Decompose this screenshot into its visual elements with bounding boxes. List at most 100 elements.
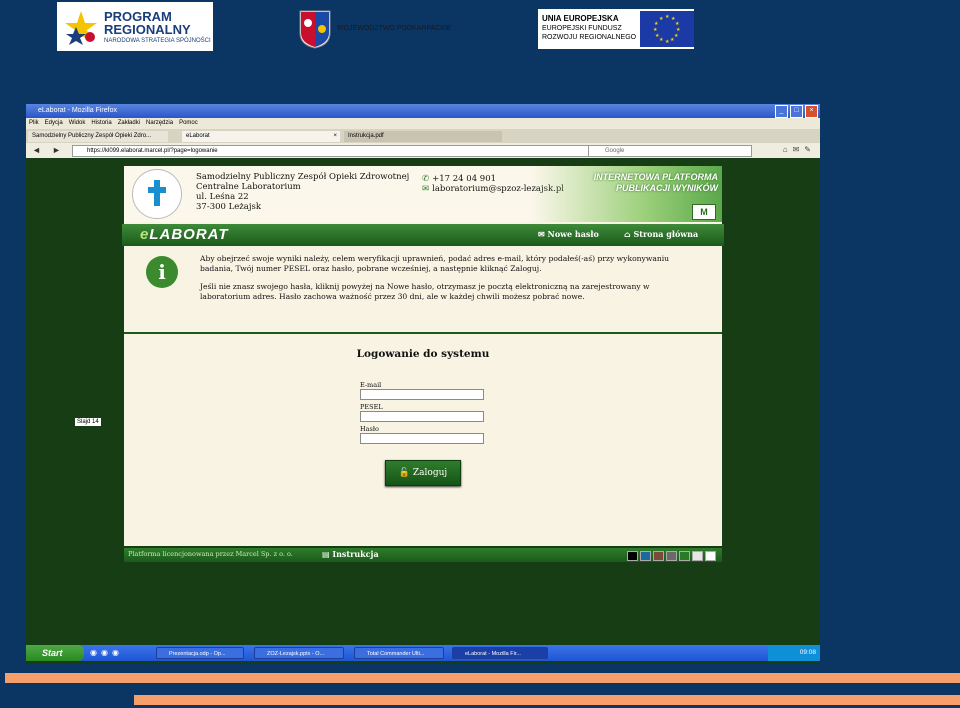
login-title: Logowanie do systemu [356,348,490,360]
manual-link[interactable]: ▤ Instrukcja [322,549,379,559]
back-icon[interactable]: ◄ [32,145,41,155]
search-input[interactable]: Google [588,145,752,157]
navigation-bar: ◄ ► https://kl099.elaborat.marcel.pl/?pa… [26,143,820,158]
svg-text:★: ★ [659,37,664,43]
svg-text:★: ★ [659,16,664,22]
menu-help[interactable]: Pomoc [179,118,198,129]
login-button[interactable]: 🔓 Zaloguj [385,460,461,486]
eu-flag-icon: ★ ★ ★ ★ ★ ★ ★ ★ ★ ★ ★ ★ [640,11,694,47]
svg-text:★: ★ [674,33,679,39]
decorative-bar-top [5,673,960,683]
site-header: Samodzielny Publiczny Zespół Opieki Zdro… [124,166,722,222]
organization-info: Samodzielny Publiczny Zespół Opieki Zdro… [196,172,409,212]
menu-tools[interactable]: Narzędzia [146,118,173,129]
email-label: E-mail [360,381,382,389]
swatch-brown[interactable] [653,551,664,561]
swatch-blue[interactable] [640,551,651,561]
info-icon: i [146,256,178,288]
window-title: eLaborat - Mozilla Firefox [38,107,117,114]
taskbar: Start ◉◉◉ Prezentacja.odp - Op... ZOZ-Le… [26,645,820,661]
tab-label: Samodzielny Publiczny Zespół Opieki Zdro… [32,133,152,139]
email-field[interactable] [360,389,484,400]
pesel-label: PESEL [360,403,383,411]
close-tab-icon[interactable]: × [333,131,337,142]
new-password-label: Nowe hasło [547,229,599,239]
taskbar-item-totalcommander[interactable]: Total Commander Ulti... [354,647,444,659]
info-paragraph-2: Jeśli nie znasz swojego hasła, kliknij p… [200,282,650,301]
platform-banner: INTERNETOWA PLATFORMA PUBLIKACJI WYNIKÓW… [532,166,722,222]
coat-of-arms-icon [298,9,332,49]
decorative-bar-bottom [134,695,960,705]
site-footer: Platforma licencjonowana przez Marcel Sp… [124,548,722,562]
swatch-white[interactable] [705,551,716,561]
brand-e: e [140,226,150,243]
brand-text: LABORAT [149,226,229,243]
tab-label: Instrukcja.pdf [348,133,384,139]
login-button-label: Zaloguj [412,468,448,478]
toolbar-icons[interactable]: ⌂✉✎ [783,145,816,154]
tab-instrukcja[interactable]: Instrukcja.pdf [344,131,502,142]
stars-logo-icon [62,7,100,47]
program-title-2: REGIONALNY [104,21,191,37]
tab-label: eLaborat [186,133,210,139]
system-tray: 09:08 [768,645,820,661]
phone-icon: ✆ [422,174,430,184]
maximize-button[interactable]: □ [790,105,803,118]
tab-spzoz[interactable]: Samodzielny Publiczny Zespół Opieki Zdro… [28,131,168,142]
org-name: Samodzielny Publiczny Zespół Opieki Zdro… [196,172,410,182]
slide-label: Slajd 14 [75,418,101,426]
org-city: 37-300 Leżajsk [196,202,261,212]
info-paragraph-1: Aby obejrzeć swoje wyniki należy, celem … [200,254,670,273]
menu-bookmarks[interactable]: Zakładki [118,118,140,129]
license-text: Platforma licencjonowana przez Marcel Sp… [128,550,293,558]
quick-launch-icons[interactable]: ◉◉◉ [90,648,123,657]
menu-view[interactable]: Widok [69,118,86,129]
menu-bar: Plik Edycja Widok Historia Zakładki Narz… [26,118,820,129]
close-button[interactable]: × [805,105,818,118]
taskbar-item-zoz[interactable]: ZOZ-Lezajsk.pptx - O... [254,647,344,659]
elaborat-logo[interactable]: eLABORAT [140,226,229,243]
marcel-logo-icon: M [692,204,716,220]
program-title-1: PROGRAM [104,8,172,24]
forward-icon[interactable]: ► [52,145,61,155]
start-button[interactable]: Start [26,645,84,661]
taskbar-item-elaborat[interactable]: eLaborat - Mozilla Fir... [452,647,548,659]
svg-text:★: ★ [653,27,658,33]
swatch-black[interactable] [627,551,638,561]
unlock-icon: 🔓 [398,468,413,478]
site-navbar: eLABORAT ✉ Nowe hasło ⌂ Strona główna [122,224,724,246]
menu-file[interactable]: Plik [29,118,39,129]
home-link[interactable]: ⌂ Strona główna [624,229,698,239]
minimize-button[interactable]: _ [775,105,788,118]
eu-fund-1: EUROPEJSKI FUNDUSZ [542,25,622,32]
svg-text:★: ★ [670,37,675,43]
taskbar-item-prezentacja[interactable]: Prezentacja.odp - Op... [156,647,244,659]
svg-text:★: ★ [665,39,670,45]
new-password-link[interactable]: ✉ Nowe hasło [538,229,599,239]
eu-logo: UNIA EUROPEJSKA EUROPEJSKI FUNDUSZ ROZWO… [538,9,694,49]
divider [124,332,722,334]
region-label: WOJEWÓDZTWO PODKARPACKIE [337,25,452,32]
firefox-window: eLaborat - Mozilla Firefox _ □ × Plik Ed… [26,104,820,664]
manual-label: Instrukcja [332,549,379,559]
tab-bar: Samodzielny Publiczny Zespół Opieki Zdro… [26,129,820,143]
page-viewport: Samodzielny Publiczny Zespół Opieki Zdro… [26,158,820,646]
url-bar[interactable]: https://kl099.elaborat.marcel.pl/?page=l… [72,145,598,157]
swatch-gray[interactable] [666,551,677,561]
banner-line-2: PUBLIKACJI WYNIKÓW [616,183,718,193]
menu-history[interactable]: Historia [91,118,111,129]
window-titlebar: eLaborat - Mozilla Firefox _ □ × [26,104,820,118]
menu-edit[interactable]: Edycja [45,118,63,129]
start-label: Start [42,648,63,658]
mail-icon: ✉ [422,184,430,194]
tab-elaborat[interactable]: eLaborat × [182,131,340,142]
eu-title: UNIA EUROPEJSKA [542,14,619,23]
program-subtitle: NARODOWA STRATEGIA SPÓJNOŚCI [104,37,211,44]
swatch-light[interactable] [692,551,703,561]
eu-fund-2: ROZWOJU REGIONALNEGO [542,34,637,41]
password-field[interactable] [360,433,484,444]
pesel-field[interactable] [360,411,484,422]
document-icon: ▤ [322,549,333,559]
org-unit: Centralne Laboratorium [196,182,301,192]
swatch-green[interactable] [679,551,690,561]
